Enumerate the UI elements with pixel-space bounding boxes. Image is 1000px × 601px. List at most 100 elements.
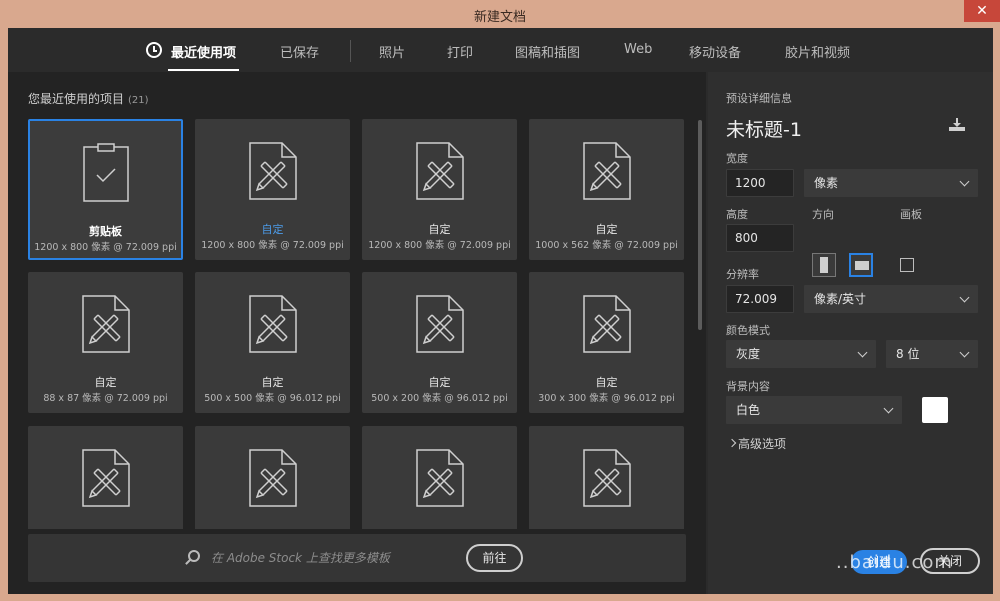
title-bar: 新建文档 ✕	[0, 0, 1000, 28]
chevron-down-icon	[857, 347, 868, 358]
portrait-icon	[820, 257, 828, 273]
background-label: 背景内容	[726, 380, 770, 393]
preset-grid: 剪贴板 1200 x 800 像素 @ 72.009 ppi 自定 1200 x 80…	[28, 119, 688, 529]
document-pencil-icon	[415, 141, 465, 201]
chevron-down-icon	[959, 347, 970, 358]
portrait-orientation-button[interactable]	[812, 253, 836, 277]
color-mode-label: 颜色模式	[726, 324, 770, 337]
bit-depth-dropdown[interactable]: 8 位	[886, 340, 978, 368]
preset-card-dimensions: 88 x 87 像素 @ 72.009 ppi	[43, 393, 168, 404]
active-tab-indicator	[168, 69, 239, 71]
preset-card-dimensions: 1000 x 562 像素 @ 72.009 ppi	[535, 240, 678, 251]
preset-details-panel: 预设详细信息 未标题-1 宽度 1200 像素 高度 方向 画板 800 分辨率…	[708, 72, 993, 594]
preset-card-name: 自定	[595, 376, 618, 389]
preset-card-dimensions: 1200 x 800 像素 @ 72.009 ppi	[34, 242, 177, 253]
advanced-options-toggle[interactable]: 高级选项	[738, 435, 786, 452]
preset-card-name: 自定	[595, 223, 618, 236]
preset-card-name: 自定	[428, 376, 451, 389]
background-color-swatch[interactable]	[922, 397, 948, 423]
grid-scrollbar[interactable]	[698, 120, 702, 560]
document-title[interactable]: 未标题-1	[726, 115, 802, 142]
document-pencil-icon	[81, 294, 131, 354]
background-dropdown[interactable]: 白色	[726, 396, 902, 424]
recent-section-title: 您最近使用的项目 (21)	[28, 92, 149, 106]
preset-card[interactable]: 自定 1000 x 562 像素 @ 72.009 ppi	[529, 119, 684, 260]
document-pencil-icon	[248, 294, 298, 354]
preset-card-dimensions: 300 x 300 像素 @ 96.012 ppi	[538, 393, 675, 404]
height-input[interactable]: 800	[726, 224, 794, 252]
chevron-down-icon	[959, 176, 970, 187]
tab-print[interactable]: 打印	[447, 42, 473, 61]
preset-card-dimensions: 1200 x 800 像素 @ 72.009 ppi	[368, 240, 511, 251]
preset-card-name: 自定	[261, 223, 284, 236]
clipboard-icon	[81, 143, 131, 203]
tab-saved[interactable]: 已保存	[280, 42, 319, 61]
go-button[interactable]: 前往	[466, 544, 523, 572]
preset-details-label: 预设详细信息	[726, 92, 792, 105]
preset-card[interactable]	[195, 426, 350, 529]
height-label: 高度	[726, 208, 748, 221]
preset-card[interactable]	[28, 426, 183, 529]
resolution-unit-dropdown[interactable]: 像素/英寸	[804, 285, 978, 313]
preset-card[interactable]: 自定 300 x 300 像素 @ 96.012 ppi	[529, 272, 684, 413]
tab-film-video[interactable]: 胶片和视频	[785, 42, 850, 61]
landscape-icon	[855, 261, 869, 270]
category-tabs: 最近使用项 已保存 照片 打印 图稿和插图 Web 移动设备 胶片和视频	[8, 28, 993, 72]
document-pencil-icon	[415, 448, 465, 508]
document-pencil-icon	[582, 141, 632, 201]
resolution-label: 分辨率	[726, 268, 759, 281]
preset-card-name: 自定	[261, 376, 284, 389]
preset-card[interactable]: 自定 88 x 87 像素 @ 72.009 ppi	[28, 272, 183, 413]
tab-mobile[interactable]: 移动设备	[689, 42, 741, 61]
landscape-orientation-button[interactable]	[849, 253, 873, 277]
dialog-body: 最近使用项 已保存 照片 打印 图稿和插图 Web 移动设备 胶片和视频 您最近…	[8, 28, 993, 594]
document-pencil-icon	[81, 448, 131, 508]
clock-icon	[146, 42, 162, 58]
preset-card-dimensions: 500 x 200 像素 @ 96.012 ppi	[371, 393, 508, 404]
stock-search-placeholder[interactable]: 在 Adobe Stock 上查找更多模板	[211, 549, 390, 566]
width-unit-dropdown[interactable]: 像素	[804, 169, 978, 197]
window-close-button[interactable]: ✕	[964, 0, 1000, 22]
preset-card[interactable]: 自定 500 x 200 像素 @ 96.012 ppi	[362, 272, 517, 413]
tab-recent[interactable]: 最近使用项	[171, 42, 236, 61]
preset-card[interactable]: 自定 500 x 500 像素 @ 96.012 ppi	[195, 272, 350, 413]
preset-card[interactable]	[362, 426, 517, 529]
preset-card[interactable]: 自定 1200 x 800 像素 @ 72.009 ppi	[362, 119, 517, 260]
save-preset-icon[interactable]	[948, 118, 966, 132]
preset-card[interactable]	[529, 426, 684, 529]
preset-card-dimensions: 500 x 500 像素 @ 96.012 ppi	[204, 393, 341, 404]
chevron-right-icon	[727, 438, 737, 448]
preset-card-name: 剪贴板	[89, 225, 122, 238]
new-document-window: 新建文档 ✕ 最近使用项 已保存 照片 打印 图稿和插图 Web 移动设备 胶片…	[0, 0, 1000, 601]
document-pencil-icon	[582, 448, 632, 508]
recent-items-panel: 您最近使用的项目 (21) 剪贴板 1200 x 800 像素 @ 72.009 p…	[8, 72, 706, 594]
width-input[interactable]: 1200	[726, 169, 794, 197]
document-pencil-icon	[248, 448, 298, 508]
recent-count: (21)	[128, 95, 149, 106]
artboard-checkbox[interactable]	[900, 258, 914, 272]
tab-web[interactable]: Web	[624, 42, 652, 57]
preset-card[interactable]: 自定 1200 x 800 像素 @ 72.009 ppi	[195, 119, 350, 260]
preset-card-name: 自定	[94, 376, 117, 389]
preset-card-dimensions: 1200 x 800 像素 @ 72.009 ppi	[201, 240, 344, 251]
document-pencil-icon	[248, 141, 298, 201]
width-label: 宽度	[726, 152, 748, 165]
artboard-label: 画板	[900, 208, 922, 221]
document-pencil-icon	[582, 294, 632, 354]
tab-separator	[350, 40, 351, 62]
chevron-down-icon	[959, 292, 970, 303]
tab-photo[interactable]: 照片	[379, 42, 405, 61]
search-icon	[188, 550, 200, 562]
window-title: 新建文档	[473, 10, 526, 25]
preset-card-name: 自定	[428, 223, 451, 236]
chevron-down-icon	[883, 403, 894, 414]
preset-card[interactable]: 剪贴板 1200 x 800 像素 @ 72.009 ppi	[28, 119, 183, 260]
watermark: ..baidu.com	[836, 552, 953, 573]
orientation-label: 方向	[812, 208, 834, 221]
document-pencil-icon	[415, 294, 465, 354]
stock-search-bar: 在 Adobe Stock 上查找更多模板 前往	[28, 534, 686, 582]
scrollbar-thumb[interactable]	[698, 120, 702, 330]
resolution-input[interactable]: 72.009	[726, 285, 794, 313]
color-mode-dropdown[interactable]: 灰度	[726, 340, 876, 368]
tab-art-illustration[interactable]: 图稿和插图	[515, 42, 580, 61]
